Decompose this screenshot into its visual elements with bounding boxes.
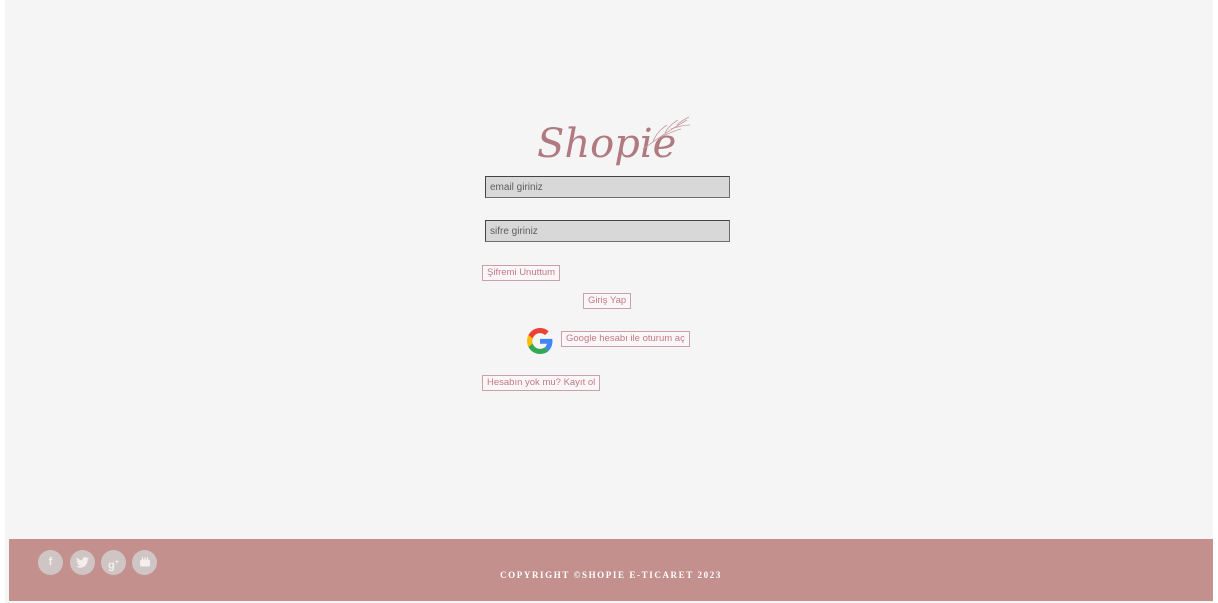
login-button[interactable]: Giriş Yap xyxy=(583,293,632,309)
google-signin-button[interactable]: Google hesabı ile oturum aç xyxy=(561,331,690,347)
signup-button[interactable]: Hesabın yok mu? Kayıt ol xyxy=(482,375,601,391)
footer: f g+ COPYRIGHT ©SHOPIE E-TICARET 2023 xyxy=(9,539,1213,601)
logo-text: Shopie xyxy=(537,121,676,167)
page-background: Shopie Şifremi Unuttum Giriş Yap Google … xyxy=(5,0,1213,603)
password-input[interactable] xyxy=(485,220,730,242)
shopie-logo: Shopie xyxy=(535,105,705,177)
forgot-password-button[interactable]: Şifremi Unuttum xyxy=(482,265,561,281)
google-icon[interactable] xyxy=(527,328,553,354)
email-input[interactable] xyxy=(485,176,730,198)
copyright-text: COPYRIGHT ©SHOPIE E-TICARET 2023 xyxy=(500,570,722,580)
